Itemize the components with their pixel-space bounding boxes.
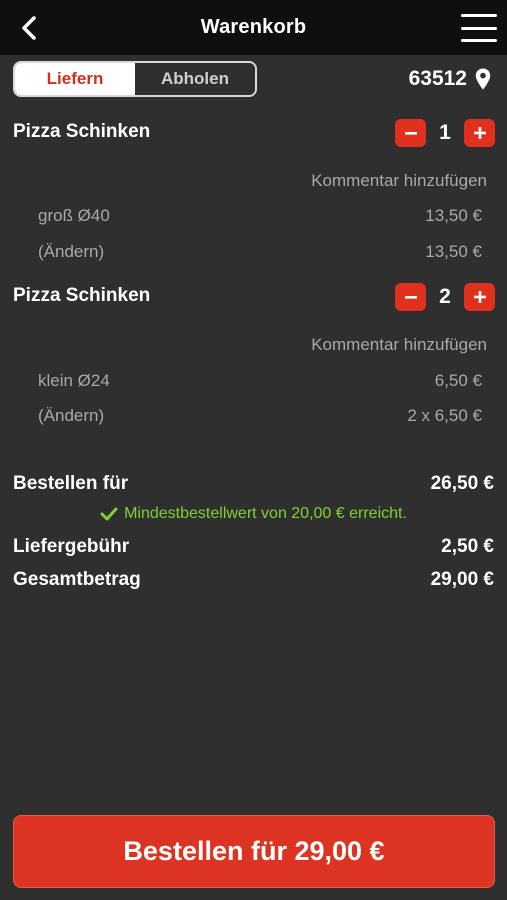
tab-delivery[interactable]: Liefern	[15, 63, 135, 95]
tab-pickup[interactable]: Abholen	[135, 63, 255, 95]
back-button[interactable]	[14, 12, 44, 44]
total-label: Gesamtbetrag	[13, 569, 141, 590]
item-change-row: (Ändern) 13,50 €	[38, 242, 482, 262]
item-name: Pizza Schinken	[13, 285, 151, 306]
item-size-row: groß Ø40 13,50 €	[38, 206, 482, 226]
subtotal-row: Bestellen für 26,50 €	[13, 473, 494, 495]
min-order-notice: Mindestbestellwert von 20,00 € erreicht.	[0, 505, 507, 523]
subtotal-label: Bestellen für	[13, 473, 129, 494]
delivery-location[interactable]: 63512	[409, 62, 491, 96]
increase-quantity-button[interactable]	[464, 119, 495, 147]
top-bar: Warenkorb	[0, 0, 507, 55]
delivery-fee-row: Liefergebühr 2,50 €	[13, 536, 494, 558]
location-pin-icon	[475, 68, 491, 90]
plus-icon	[473, 127, 486, 139]
subtotal-value: 26,50 €	[430, 473, 494, 494]
increase-quantity-button[interactable]	[464, 283, 495, 311]
item-size-label: klein Ø24	[38, 371, 110, 390]
item-size-label: groß Ø40	[38, 206, 110, 225]
add-comment-link[interactable]: Kommentar hinzufügen	[311, 171, 487, 191]
decrease-quantity-button[interactable]	[395, 119, 426, 147]
quantity-stepper: 2	[395, 281, 495, 313]
plus-icon	[473, 291, 486, 303]
decrease-quantity-button[interactable]	[395, 283, 426, 311]
item-size-row: klein Ø24 6,50 €	[38, 371, 482, 391]
zip-code: 63512	[408, 67, 467, 90]
minus-icon	[404, 132, 417, 135]
hamburger-menu-icon[interactable]	[461, 14, 497, 42]
total-row: Gesamtbetrag 29,00 €	[13, 569, 494, 591]
item-line-total: 13,50 €	[425, 242, 482, 261]
quantity-value: 1	[439, 121, 451, 144]
page-title: Warenkorb	[200, 16, 307, 38]
quantity-stepper: 1	[395, 117, 495, 149]
change-item-link[interactable]: (Ändern)	[38, 242, 104, 262]
chevron-left-icon	[22, 16, 36, 40]
delivery-fee-label: Liefergebühr	[13, 536, 130, 557]
total-value: 29,00 €	[430, 569, 494, 590]
item-change-row: (Ändern) 2 x 6,50 €	[38, 406, 482, 426]
delivery-fee-value: 2,50 €	[441, 536, 494, 557]
add-comment-link[interactable]: Kommentar hinzufügen	[311, 335, 487, 355]
delivery-mode-toggle: Liefern Abholen	[13, 61, 257, 97]
place-order-button[interactable]: Bestellen für 29,00 €	[13, 815, 495, 888]
item-size-price: 6,50 €	[434, 371, 482, 390]
min-order-text: Mindestbestellwert von 20,00 € erreicht.	[124, 505, 407, 522]
item-line-total: 2 x 6,50 €	[407, 406, 482, 425]
checkmark-icon	[100, 507, 118, 521]
quantity-value: 2	[439, 285, 451, 308]
minus-icon	[404, 296, 417, 299]
item-size-price: 13,50 €	[425, 206, 482, 225]
change-item-link[interactable]: (Ändern)	[38, 406, 104, 426]
item-name: Pizza Schinken	[13, 121, 151, 142]
